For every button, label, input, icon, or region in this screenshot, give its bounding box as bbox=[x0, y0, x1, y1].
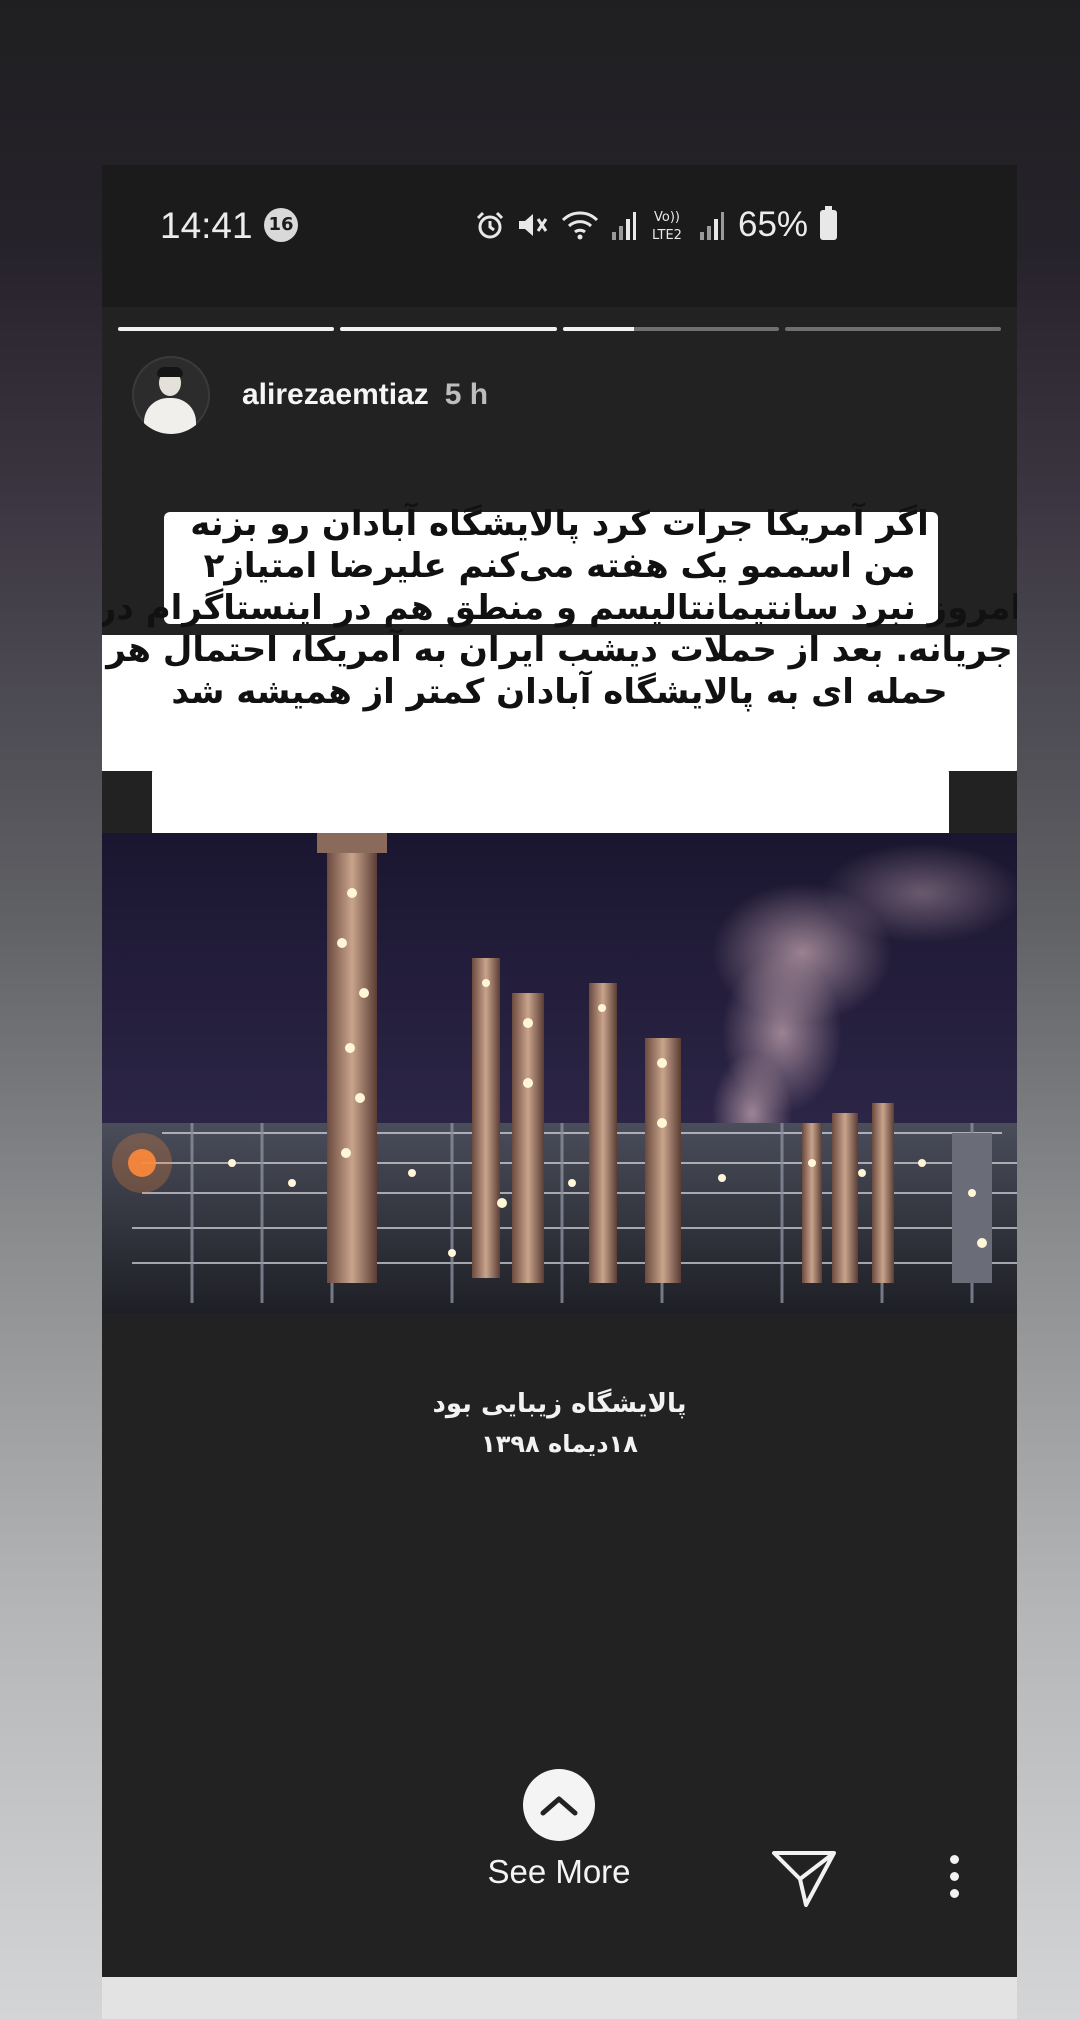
navigation-bar bbox=[102, 1977, 1017, 2019]
chevron-up-icon[interactable] bbox=[523, 1769, 595, 1841]
status-bar: 14:41 16 Vo)) LTE2 65% bbox=[102, 165, 1017, 307]
story-progress bbox=[118, 327, 1001, 331]
caption-banner bbox=[152, 767, 949, 843]
signal-icon bbox=[612, 212, 636, 240]
see-more-button[interactable]: See More bbox=[474, 1769, 644, 1891]
caption-line: حمله ای به پالایشگاه آبادان کمتر از همیش… bbox=[171, 672, 948, 712]
svg-text:Vo)): Vo)) bbox=[654, 210, 680, 225]
caption-line: من اسممو یک هفته می‌کنم علیرضا امتیاز۲ bbox=[203, 546, 916, 586]
svg-text:LTE2: LTE2 bbox=[652, 228, 682, 243]
send-icon[interactable] bbox=[770, 1847, 838, 1913]
progress-segment bbox=[784, 327, 1001, 331]
status-time: 14:41 bbox=[160, 205, 253, 246]
mute-icon bbox=[519, 214, 548, 236]
phone-screen: 14:41 16 Vo)) LTE2 65% alirezaemtiaz 5 h… bbox=[102, 165, 1017, 2019]
progress-segment bbox=[562, 327, 779, 331]
photo-caption-line: پالایشگاه زیبایی بود bbox=[432, 1389, 687, 1419]
photo-caption: پالایشگاه زیبایی بود ۱۸دیماه ۱۳۹۸ bbox=[102, 1383, 1017, 1463]
refinery-image bbox=[102, 833, 1017, 1313]
battery-icon bbox=[820, 206, 838, 240]
see-more-label[interactable]: See More bbox=[474, 1853, 644, 1891]
progress-segment bbox=[340, 327, 557, 331]
battery-percent: 65% bbox=[738, 205, 809, 244]
story-header: alirezaemtiaz 5 h bbox=[132, 353, 488, 437]
notification-count-badge: 16 bbox=[264, 208, 298, 242]
caption-line: امروز نبرد سانتیمانتالیسم و منطق هم در ا… bbox=[102, 588, 1017, 628]
signal-icon bbox=[700, 212, 724, 240]
caption-line: جریانه. بعد از حملات دیشب ایران به آمریک… bbox=[106, 630, 1013, 670]
caption-line: اگر آمریکا جرات کرد پالایشگاه آبادان رو … bbox=[190, 504, 929, 544]
more-options-icon[interactable] bbox=[944, 1855, 964, 1906]
story-age: 5 h bbox=[444, 378, 489, 411]
refinery-photo bbox=[102, 833, 1017, 1313]
progress-segment bbox=[118, 327, 335, 331]
status-icons: Vo)) LTE2 65% bbox=[474, 205, 838, 245]
volte-icon: Vo)) LTE2 bbox=[652, 210, 682, 243]
alarm-icon bbox=[476, 211, 504, 239]
photo-caption-date: ۱۸دیماه ۱۳۹۸ bbox=[481, 1430, 638, 1458]
story-caption: اگر آمریکا جرات کرد پالایشگاه آبادان رو … bbox=[102, 503, 1017, 713]
username[interactable]: alirezaemtiaz bbox=[242, 378, 429, 412]
story-viewer[interactable]: alirezaemtiaz 5 h اگر آمریکا جرات کرد پا… bbox=[102, 307, 1017, 1977]
wifi-icon bbox=[561, 211, 599, 240]
avatar[interactable] bbox=[132, 356, 210, 434]
